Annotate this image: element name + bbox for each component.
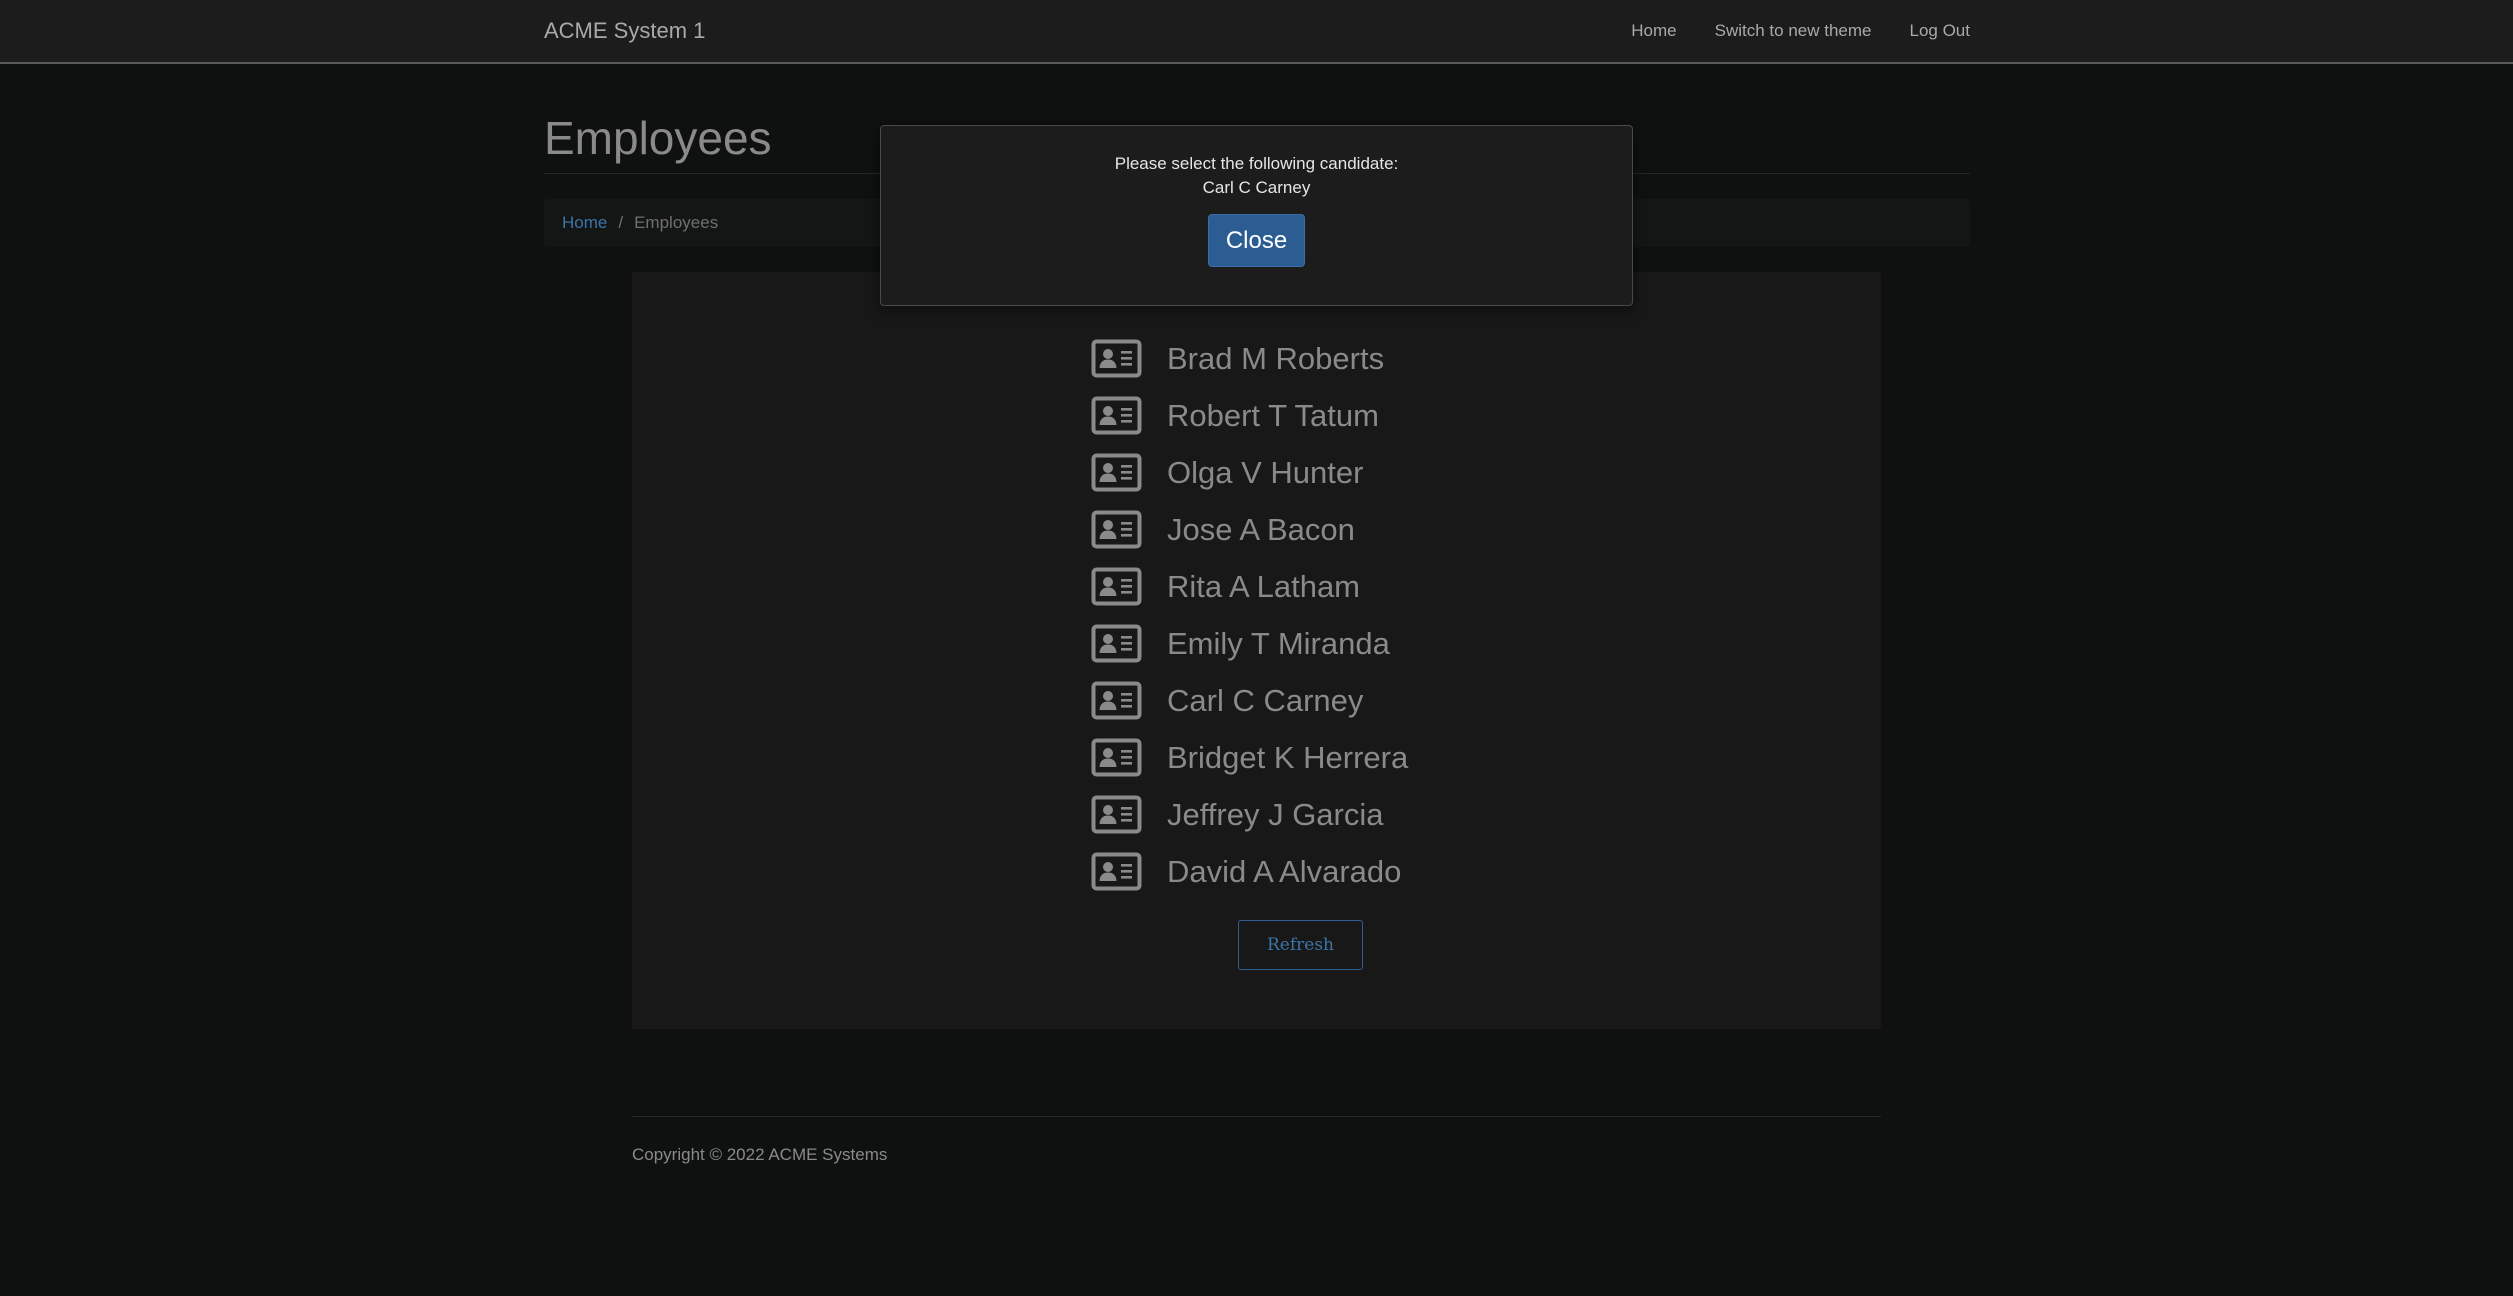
employee-name[interactable]: Emily T Miranda [1167,624,1390,664]
breadcrumb-current: Employees [634,213,719,232]
footer-divider [632,1116,1881,1117]
brand-link[interactable]: ACME System 1 [544,16,705,46]
employee-name[interactable]: Jeffrey J Garcia [1167,795,1384,835]
modal-message: Please select the following candidate: [1114,154,1399,173]
nav-links: Home Switch to new theme Log Out [1631,18,1970,44]
employee-list-item[interactable]: Carl C Carney [1091,672,1408,729]
nav-logout-link[interactable]: Log Out [1910,18,1971,44]
id-card-icon [1091,852,1142,891]
employee-name[interactable]: Jose A Bacon [1167,510,1355,550]
employee-list-item[interactable]: Olga V Hunter [1091,444,1408,501]
id-card-icon [1091,567,1142,606]
employee-name[interactable]: David A Alvarado [1167,852,1401,892]
id-card-icon [1091,339,1142,378]
employee-list-item[interactable]: Bridget K Herrera [1091,729,1408,786]
page-title: Employees [544,112,772,164]
refresh-button[interactable]: Refresh [1238,920,1363,970]
id-card-icon [1091,396,1142,435]
id-card-icon [1091,510,1142,549]
employee-name[interactable]: Brad M Roberts [1167,339,1384,379]
close-button[interactable]: Close [1208,214,1305,267]
employee-name[interactable]: Bridget K Herrera [1167,738,1408,778]
employee-list-item[interactable]: Robert T Tatum [1091,387,1408,444]
id-card-icon [1091,795,1142,834]
nav-switch-theme-link[interactable]: Switch to new theme [1715,18,1872,44]
breadcrumb-home-link[interactable]: Home [562,213,607,233]
modal-candidate-name: Carl C Carney [1202,178,1311,197]
id-card-icon [1091,681,1142,720]
breadcrumb-separator: / [618,213,624,232]
employee-list-item[interactable]: Rita A Latham [1091,558,1408,615]
employee-list-item[interactable]: David A Alvarado [1091,843,1408,900]
id-card-icon [1091,624,1142,663]
candidate-modal: Please select the following candidate: C… [880,125,1633,306]
employee-list-item[interactable]: Jeffrey J Garcia [1091,786,1408,843]
employee-name[interactable]: Robert T Tatum [1167,396,1379,436]
top-navbar: ACME System 1 Home Switch to new theme L… [0,0,2513,64]
employee-name[interactable]: Olga V Hunter [1167,453,1363,493]
employee-list-item[interactable]: Brad M Roberts [1091,330,1408,387]
copyright-text: Copyright © 2022 ACME Systems [632,1145,888,1164]
id-card-icon [1091,453,1142,492]
id-card-icon [1091,738,1142,777]
employee-list-item[interactable]: Emily T Miranda [1091,615,1408,672]
employee-list-item[interactable]: Jose A Bacon [1091,501,1408,558]
employee-list: Brad M Roberts Robert T Tatum Olga V Hunte… [1091,330,1408,900]
nav-home-link[interactable]: Home [1631,18,1676,44]
employee-name[interactable]: Carl C Carney [1167,681,1363,721]
employee-name[interactable]: Rita A Latham [1167,567,1360,607]
